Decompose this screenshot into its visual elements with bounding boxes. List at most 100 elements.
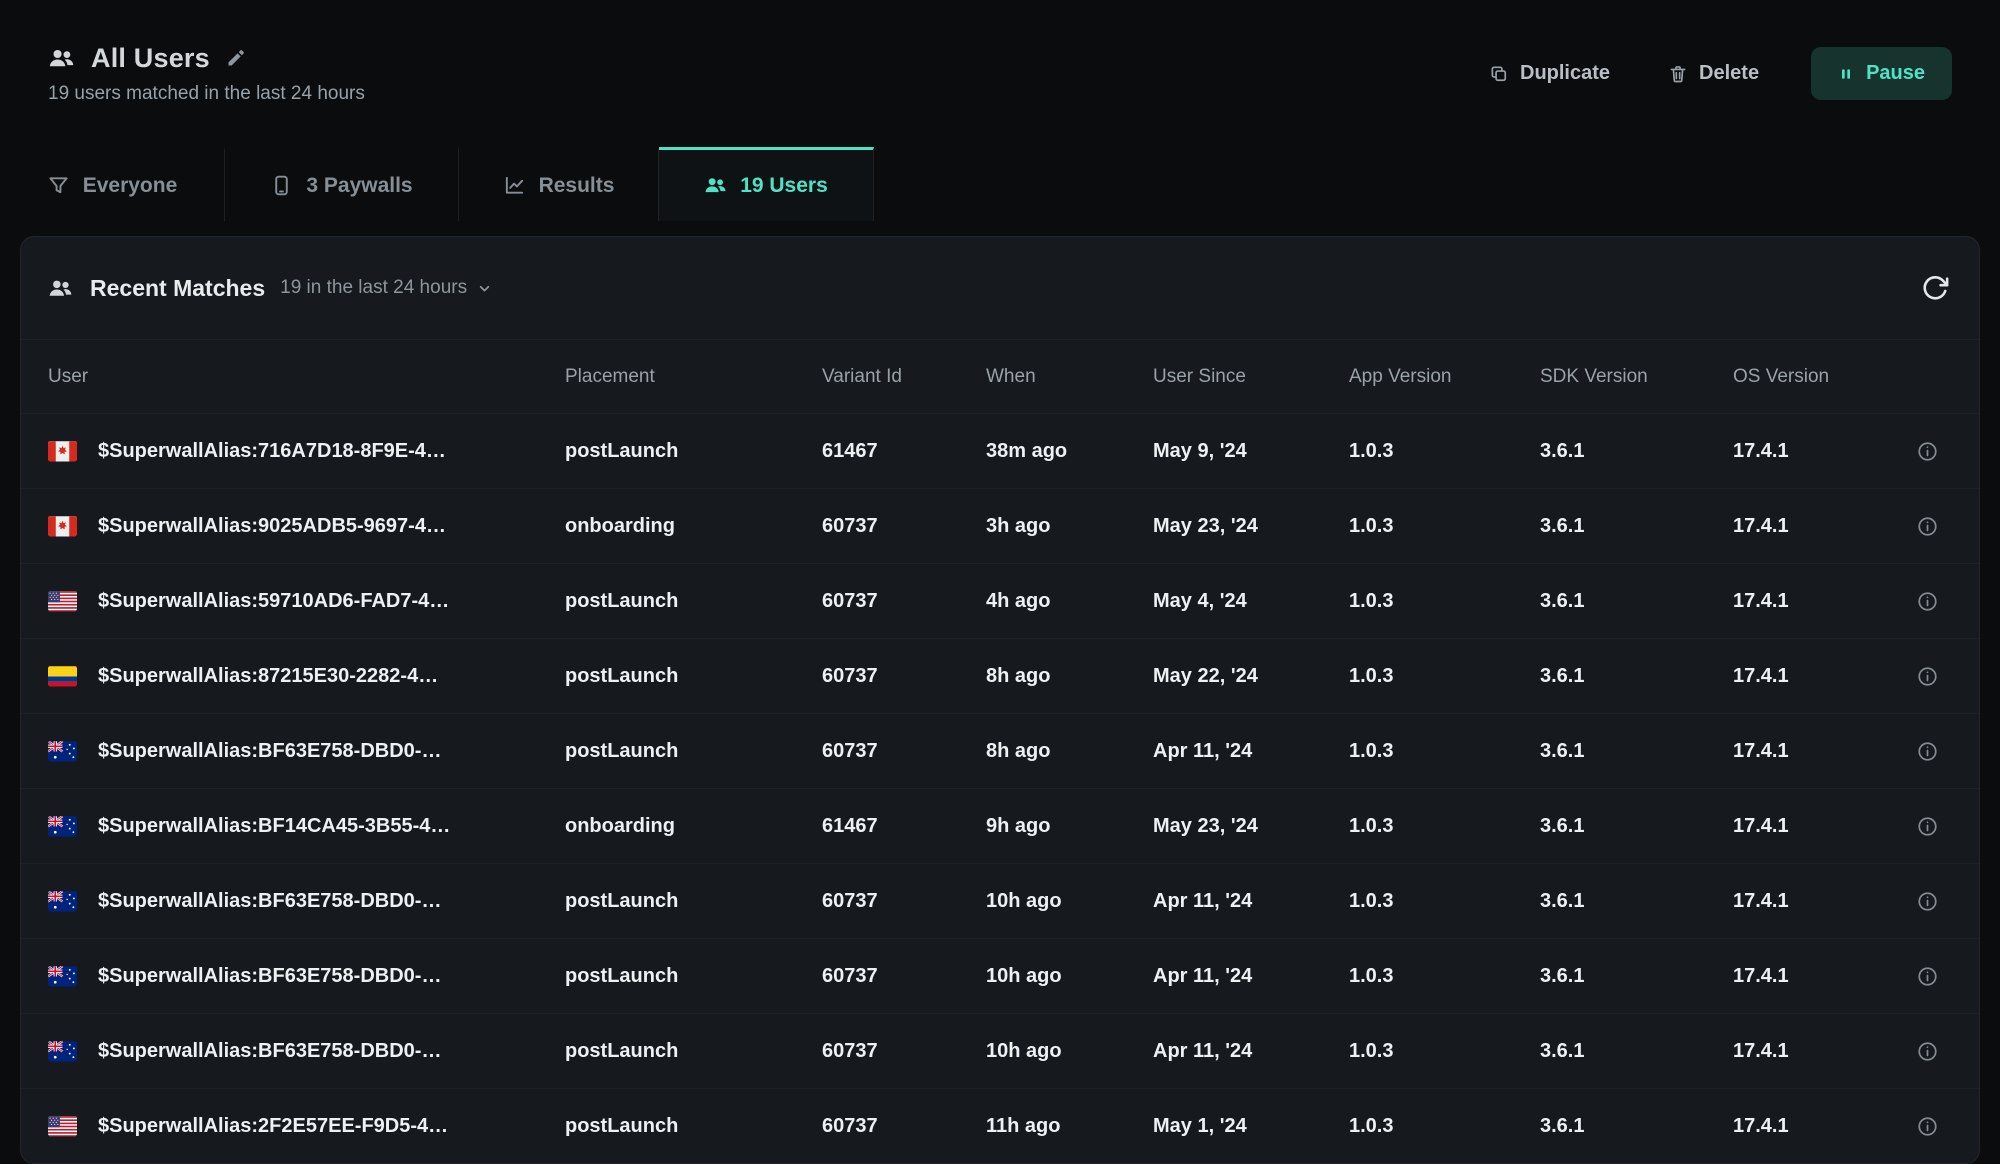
table-row[interactable]: $SuperwallAlias:9025ADB5-9697-4… onboard…: [21, 488, 1979, 563]
info-icon[interactable]: [1916, 590, 1939, 613]
chevron-down-icon: [476, 280, 493, 297]
info-icon[interactable]: [1916, 815, 1939, 838]
au-flag-icon: [48, 816, 77, 837]
info-icon[interactable]: [1916, 665, 1939, 688]
tab-everyone-label: Everyone: [83, 174, 178, 198]
when-cell: 38m ago: [986, 440, 1153, 463]
chart-icon: [503, 174, 526, 197]
user-alias: $SuperwallAlias:BF14CA45-3B55-4…: [98, 815, 450, 838]
variant-id-cell: 60737: [822, 740, 986, 763]
sdk-version-cell: 3.6.1: [1540, 665, 1733, 688]
refresh-button[interactable]: [1921, 274, 1949, 302]
app-version-cell: 1.0.3: [1349, 890, 1540, 913]
tab-results[interactable]: Results: [459, 147, 659, 221]
info-icon[interactable]: [1916, 1040, 1939, 1063]
placement-cell: onboarding: [565, 815, 822, 838]
sdk-version-cell: 3.6.1: [1540, 1115, 1733, 1138]
table-row[interactable]: $SuperwallAlias:BF63E758-DBD0-… postLaun…: [21, 938, 1979, 1013]
os-version-cell: 17.4.1: [1733, 590, 1899, 613]
tab-users[interactable]: 19 Users: [659, 147, 874, 221]
users-icon: [48, 45, 75, 72]
ca-flag-icon: [48, 516, 77, 537]
variant-id-cell: 60737: [822, 515, 986, 538]
user-alias: $SuperwallAlias:87215E30-2282-4…: [98, 665, 438, 688]
tab-paywalls[interactable]: 3 Paywalls: [225, 147, 459, 221]
table-row[interactable]: $SuperwallAlias:BF63E758-DBD0-… postLaun…: [21, 1013, 1979, 1088]
table-row[interactable]: $SuperwallAlias:BF14CA45-3B55-4… onboard…: [21, 788, 1979, 863]
app-version-cell: 1.0.3: [1349, 1115, 1540, 1138]
user-since-cell: May 1, '24: [1153, 1115, 1349, 1138]
column-header-user-since: User Since: [1153, 366, 1349, 388]
app-version-cell: 1.0.3: [1349, 440, 1540, 463]
tab-bar: Everyone 3 Paywalls Results 19 Users: [0, 147, 2000, 221]
variant-id-cell: 60737: [822, 590, 986, 613]
matched-users-subtitle: 19 users matched in the last 24 hours: [48, 83, 365, 105]
table-row[interactable]: $SuperwallAlias:59710AD6-FAD7-4… postLau…: [21, 563, 1979, 638]
table-row[interactable]: $SuperwallAlias:87215E30-2282-4… postLau…: [21, 638, 1979, 713]
os-version-cell: 17.4.1: [1733, 515, 1899, 538]
sdk-version-cell: 3.6.1: [1540, 890, 1733, 913]
tab-everyone[interactable]: Everyone: [0, 147, 225, 221]
duplicate-label: Duplicate: [1520, 62, 1610, 85]
placement-cell: postLaunch: [565, 590, 822, 613]
sdk-version-cell: 3.6.1: [1540, 740, 1733, 763]
sdk-version-cell: 3.6.1: [1540, 515, 1733, 538]
recent-matches-panel: Recent Matches 19 in the last 24 hours U…: [20, 236, 1980, 1164]
page-title: All Users: [91, 43, 210, 74]
app-version-cell: 1.0.3: [1349, 665, 1540, 688]
info-icon[interactable]: [1916, 440, 1939, 463]
table-row[interactable]: $SuperwallAlias:BF63E758-DBD0-… postLaun…: [21, 713, 1979, 788]
pause-button[interactable]: Pause: [1811, 47, 1952, 100]
os-version-cell: 17.4.1: [1733, 890, 1899, 913]
user-since-cell: May 23, '24: [1153, 815, 1349, 838]
table-row[interactable]: $SuperwallAlias:2F2E57EE-F9D5-4… postLau…: [21, 1088, 1979, 1163]
trash-icon: [1668, 64, 1688, 84]
delete-button[interactable]: Delete: [1662, 61, 1765, 86]
app-version-cell: 1.0.3: [1349, 590, 1540, 613]
phone-icon: [270, 174, 293, 197]
user-since-cell: Apr 11, '24: [1153, 1040, 1349, 1063]
app-version-cell: 1.0.3: [1349, 1040, 1540, 1063]
duplicate-button[interactable]: Duplicate: [1483, 61, 1616, 86]
user-alias: $SuperwallAlias:BF63E758-DBD0-…: [98, 965, 441, 988]
info-icon[interactable]: [1916, 965, 1939, 988]
tab-results-label: Results: [539, 174, 615, 198]
app-version-cell: 1.0.3: [1349, 515, 1540, 538]
os-version-cell: 17.4.1: [1733, 815, 1899, 838]
user-alias: $SuperwallAlias:BF63E758-DBD0-…: [98, 1040, 441, 1063]
table-row[interactable]: $SuperwallAlias:716A7D18-8F9E-4… postLau…: [21, 413, 1979, 488]
column-header-variant-id: Variant Id: [822, 366, 986, 388]
edit-pencil-icon[interactable]: [226, 48, 246, 68]
table-header-row: User Placement Variant Id When User Sinc…: [21, 339, 1979, 413]
os-version-cell: 17.4.1: [1733, 965, 1899, 988]
sdk-version-cell: 3.6.1: [1540, 965, 1733, 988]
when-cell: 11h ago: [986, 1115, 1153, 1138]
placement-cell: postLaunch: [565, 740, 822, 763]
tab-users-label: 19 Users: [740, 174, 828, 198]
time-range-dropdown[interactable]: 19 in the last 24 hours: [280, 277, 493, 299]
placement-cell: postLaunch: [565, 440, 822, 463]
column-header-os-version: OS Version: [1733, 366, 1899, 388]
sdk-version-cell: 3.6.1: [1540, 815, 1733, 838]
user-alias: $SuperwallAlias:59710AD6-FAD7-4…: [98, 590, 449, 613]
info-icon[interactable]: [1916, 740, 1939, 763]
app-version-cell: 1.0.3: [1349, 965, 1540, 988]
os-version-cell: 17.4.1: [1733, 665, 1899, 688]
info-icon[interactable]: [1916, 890, 1939, 913]
user-alias: $SuperwallAlias:9025ADB5-9697-4…: [98, 515, 446, 538]
variant-id-cell: 60737: [822, 965, 986, 988]
column-header-user: User: [48, 366, 565, 388]
variant-id-cell: 60737: [822, 665, 986, 688]
tab-paywalls-label: 3 Paywalls: [306, 174, 412, 198]
au-flag-icon: [48, 891, 77, 912]
us-flag-icon: [48, 591, 77, 612]
os-version-cell: 17.4.1: [1733, 440, 1899, 463]
info-icon[interactable]: [1916, 515, 1939, 538]
delete-label: Delete: [1699, 62, 1759, 85]
variant-id-cell: 60737: [822, 890, 986, 913]
panel-header: Recent Matches 19 in the last 24 hours: [21, 237, 1979, 339]
user-alias: $SuperwallAlias:BF63E758-DBD0-…: [98, 740, 441, 763]
user-since-cell: Apr 11, '24: [1153, 890, 1349, 913]
table-row[interactable]: $SuperwallAlias:BF63E758-DBD0-… postLaun…: [21, 863, 1979, 938]
info-icon[interactable]: [1916, 1115, 1939, 1138]
